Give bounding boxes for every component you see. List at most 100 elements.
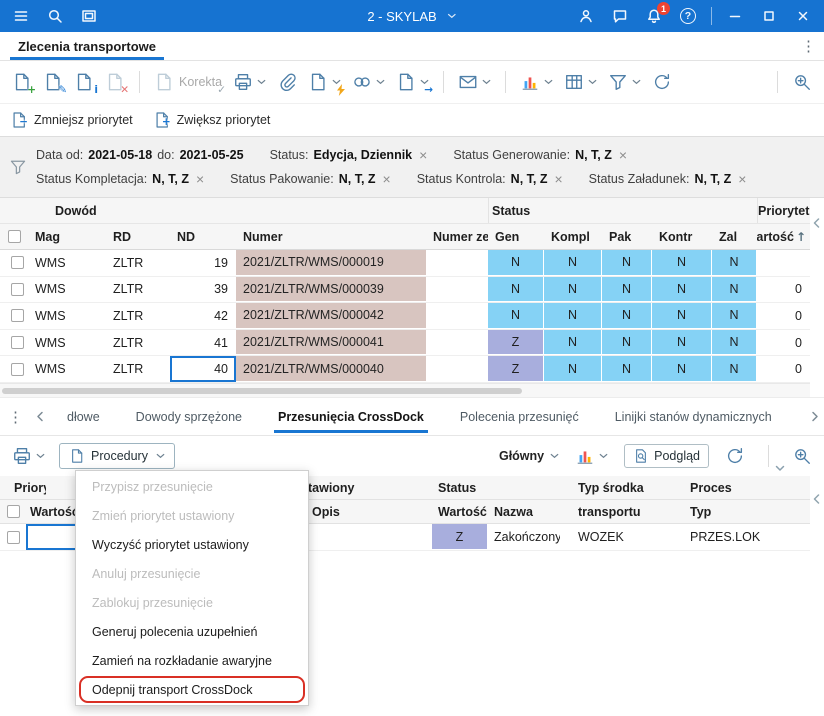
remove-filter-icon[interactable]: ×	[554, 172, 562, 186]
row-checkbox[interactable]	[11, 336, 24, 350]
menu-item-zablokuj-przesuniecie[interactable]: Zablokuj przesunięcie	[76, 588, 308, 617]
cell-kompl[interactable]: N	[544, 329, 602, 356]
column-header-typ[interactable]: Typ	[672, 500, 810, 523]
chart-button[interactable]	[516, 67, 557, 97]
column-header-kontr[interactable]: Kontr	[652, 230, 712, 244]
cell-nd[interactable]: 39	[170, 277, 236, 303]
cell-mag[interactable]: WMS	[28, 277, 106, 303]
column-header-transportu[interactable]: transportu	[560, 500, 672, 523]
help-icon[interactable]: ?	[671, 0, 705, 32]
app-frame-icon[interactable]	[72, 0, 106, 32]
notifications-bell-icon[interactable]: 1	[637, 0, 671, 32]
row-checkbox[interactable]	[6, 530, 20, 544]
cell-priorytet-wartosc-selected[interactable]	[26, 524, 80, 550]
table-row[interactable]: WMS ZLTR 41 2021/ZLTR/WMS/000041 Z N N N…	[0, 329, 810, 357]
cell-kontr[interactable]: N	[652, 250, 712, 276]
column-group-proces[interactable]: Proces	[672, 476, 810, 499]
cell-mag[interactable]: WMS	[28, 250, 106, 276]
tabs-scroll-right-icon[interactable]	[806, 411, 824, 422]
podglad-button[interactable]: Podgląd	[624, 444, 709, 468]
print-button[interactable]	[229, 67, 270, 97]
cell-kontr[interactable]: N	[652, 303, 712, 329]
cell-gen[interactable]: N	[488, 250, 544, 276]
cell-pak[interactable]: N	[602, 250, 652, 276]
cell-numer[interactable]: 2021/ZLTR/WMS/000039	[236, 276, 426, 303]
column-group-status[interactable]: Status	[488, 198, 757, 223]
cell-status-wartosc[interactable]: Z	[432, 524, 488, 550]
scrollbar-thumb[interactable]	[2, 388, 522, 394]
chart-button[interactable]	[571, 441, 612, 471]
cell-status-nazwa[interactable]: Zakończony	[488, 524, 560, 550]
tab-linijki-stanow-dynamicznych[interactable]: Linijki stanów dynamicznych	[611, 398, 776, 435]
glowny-view-dropdown[interactable]: Główny	[499, 449, 559, 463]
refresh-button[interactable]	[721, 441, 749, 471]
cell-numer-zew[interactable]	[426, 356, 488, 382]
cell-rd[interactable]: ZLTR	[106, 303, 170, 329]
filter-funnel-icon[interactable]	[0, 137, 36, 197]
cell-zal[interactable]: N	[712, 329, 757, 356]
column-header-zal[interactable]: Zal	[712, 230, 757, 244]
cell-kompl[interactable]: N	[544, 250, 602, 276]
filter-chip-data[interactable]: Data od: 2021-05-18 do: 2021-05-25	[36, 148, 244, 162]
cell-numer-zew[interactable]	[426, 330, 488, 356]
row-checkbox[interactable]	[11, 256, 24, 270]
remove-filter-icon[interactable]: ×	[619, 148, 627, 162]
remove-filter-icon[interactable]: ×	[419, 148, 427, 162]
cell-wartosc[interactable]: 0	[757, 330, 810, 356]
attachment-button[interactable]	[273, 67, 301, 97]
cell-numer[interactable]: 2021/ZLTR/WMS/000041	[236, 329, 426, 356]
cell-numer-zew[interactable]	[426, 250, 488, 276]
cell-kompl[interactable]: N	[544, 276, 602, 303]
cell-numer[interactable]: 2021/ZLTR/WMS/000042	[236, 303, 426, 329]
print-button[interactable]	[8, 441, 49, 471]
horizontal-scrollbar[interactable]	[0, 383, 810, 397]
cell-mag[interactable]: WMS	[28, 356, 106, 382]
cell-numer-zew[interactable]	[426, 303, 488, 329]
tab-dowody-sprzezone[interactable]: Dowody sprzężone	[132, 398, 246, 435]
column-group-priorytet[interactable]: Priorytet	[757, 198, 810, 223]
cell-nd[interactable]: 41	[170, 330, 236, 356]
select-all-checkbox[interactable]	[6, 505, 20, 518]
column-header-kompl[interactable]: Kompl	[544, 230, 602, 244]
menu-item-przypisz-przesuniecie[interactable]: Przypisz przesunięcie	[76, 472, 308, 501]
menu-item-generuj-polecenia-uzupelnien[interactable]: Generuj polecenia uzupełnień	[76, 617, 308, 646]
column-header-pak[interactable]: Pak	[602, 230, 652, 244]
row-checkbox[interactable]	[11, 362, 24, 376]
cell-gen[interactable]: N	[488, 276, 544, 303]
cell-rd[interactable]: ZLTR	[106, 250, 170, 276]
row-checkbox[interactable]	[11, 309, 24, 323]
increase-priority-button[interactable]: + Zwiększ priorytet	[153, 111, 270, 129]
collapse-side-panel-icon[interactable]	[813, 494, 820, 504]
column-header-wartosc[interactable]: Wartość ↑	[757, 230, 810, 244]
column-header-wartosc-prio[interactable]: Wartość	[26, 500, 80, 523]
cell-kompl[interactable]: N	[544, 303, 602, 329]
grid-options-chevron-down-icon[interactable]	[775, 461, 785, 475]
title-chevron-down-icon[interactable]	[448, 13, 457, 19]
column-group-dowod[interactable]: Dowód	[28, 204, 488, 218]
table-row[interactable]: WMS ZLTR 19 2021/ZLTR/WMS/000019 N N N N…	[0, 250, 810, 277]
filter-chip-status[interactable]: Status: Edycja, Dziennik ×	[270, 148, 428, 162]
tabs-scroll-left-icon[interactable]	[31, 411, 49, 422]
cell-numer[interactable]: 2021/ZLTR/WMS/000040	[236, 356, 426, 382]
tab-dlowe[interactable]: dłowe	[63, 398, 104, 435]
remove-filter-icon[interactable]: ×	[196, 172, 204, 186]
column-header-nd[interactable]: ND	[170, 230, 236, 244]
cell-zal[interactable]: N	[712, 356, 757, 382]
column-header-nazwa[interactable]: Nazwa	[488, 500, 560, 523]
cell-numer-zew[interactable]	[426, 277, 488, 303]
column-header-wartosc[interactable]: Wartość	[432, 500, 488, 523]
user-icon[interactable]	[569, 0, 603, 32]
close-button[interactable]	[786, 0, 820, 32]
cell-wartosc[interactable]: 0	[757, 303, 810, 329]
row-checkbox[interactable]	[11, 282, 24, 296]
cell-nd[interactable]: 42	[170, 303, 236, 329]
menu-item-zamien-na-rozkladanie-awaryjne[interactable]: Zamień na rozkładanie awaryjne	[76, 646, 308, 675]
cell-gen[interactable]: N	[488, 303, 544, 329]
remove-filter-icon[interactable]: ×	[383, 172, 391, 186]
cell-mag[interactable]: WMS	[28, 330, 106, 356]
hamburger-menu-icon[interactable]	[4, 0, 38, 32]
tab-przesuniecia-crossdock[interactable]: Przesunięcia CrossDock	[273, 398, 428, 435]
column-header-rd[interactable]: RD	[106, 230, 170, 244]
menu-item-wyczysc-priorytet-ustawiony[interactable]: Wyczyść priorytet ustawiony	[76, 530, 308, 559]
cell-pak[interactable]: N	[602, 329, 652, 356]
